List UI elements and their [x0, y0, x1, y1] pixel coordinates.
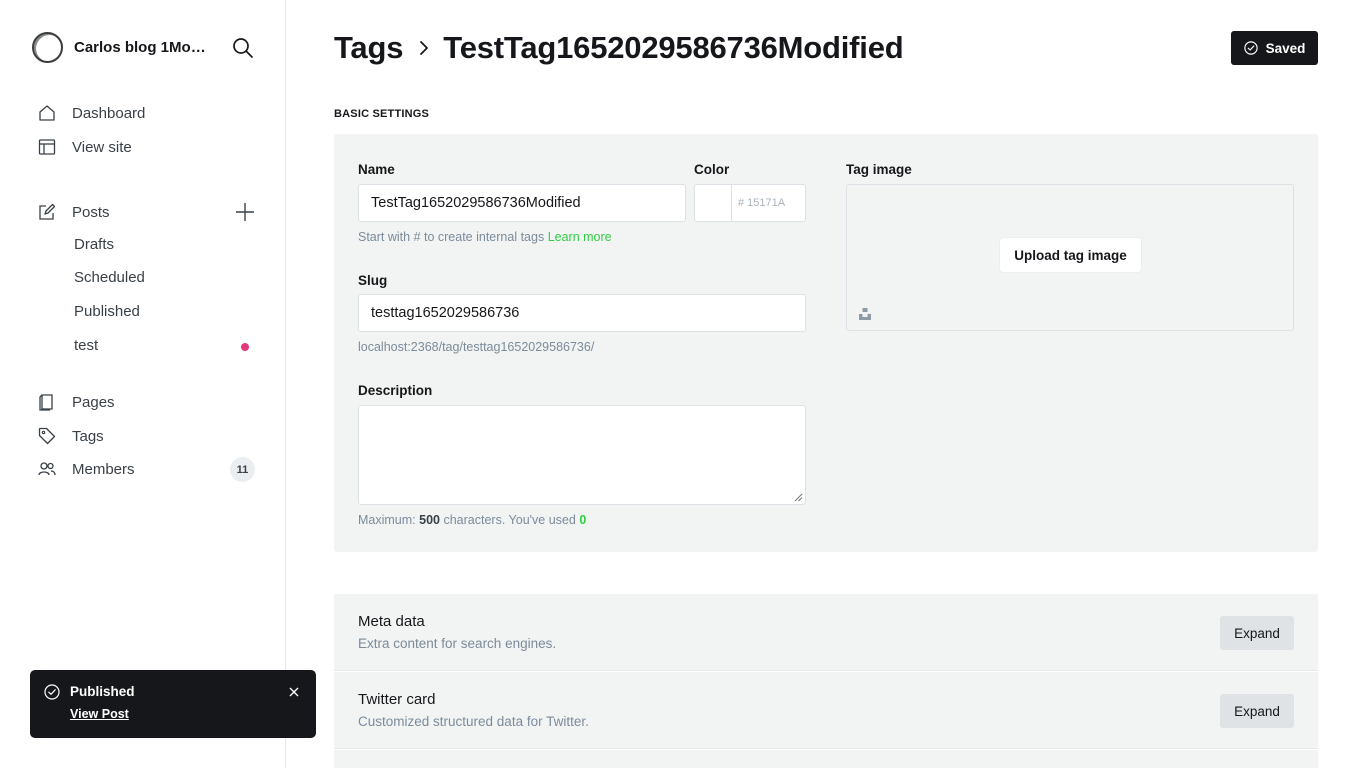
nav-members-label: Members	[72, 460, 135, 478]
twitter-card-title: Twitter card	[358, 691, 436, 708]
color-label: Color	[694, 162, 730, 177]
meta-data-section: Meta data Extra content for search engin…	[334, 594, 1318, 671]
nav-dashboard-label: Dashboard	[72, 104, 146, 122]
resize-handle-icon[interactable]	[793, 492, 803, 502]
nav-scheduled[interactable]: Scheduled	[74, 269, 145, 286]
twitter-card-expand-button[interactable]: Expand	[1220, 694, 1294, 728]
upload-tag-image-button[interactable]: Upload tag image	[1000, 238, 1141, 272]
page-title: TestTag1652029586736Modified	[443, 30, 904, 65]
search-icon[interactable]	[232, 37, 254, 59]
nav-view-site[interactable]: View site	[38, 135, 132, 159]
slug-url: localhost:2368/tag/testtag1652029586736/	[358, 340, 595, 354]
meta-data-title: Meta data	[358, 613, 425, 630]
saved-button-label: Saved	[1265, 40, 1306, 56]
slug-input[interactable]: testtag1652029586736	[358, 294, 806, 332]
learn-more-link[interactable]: Learn more	[548, 230, 612, 244]
name-label: Name	[358, 162, 395, 177]
edit-icon	[39, 203, 56, 220]
description-label: Description	[358, 383, 433, 398]
check-circle-icon	[1243, 41, 1258, 55]
meta-data-expand-button[interactable]: Expand	[1220, 616, 1294, 650]
main-content: Tags TestTag1652029586736Modified Saved …	[286, 0, 1366, 768]
site-name: Carlos blog 1Modified	[74, 39, 214, 56]
tag-image-dropzone[interactable]: Upload tag image	[846, 184, 1294, 331]
meta-data-description: Extra content for search engines.	[358, 636, 557, 651]
nav-posts[interactable]: Posts	[38, 200, 110, 224]
sidebar: Carlos blog 1Modified Dashboard View sit…	[0, 0, 286, 768]
basic-settings-heading: BASIC SETTINGS	[334, 108, 430, 120]
saved-button[interactable]: Saved	[1231, 31, 1318, 65]
nav-dashboard[interactable]: Dashboard	[38, 101, 145, 125]
published-toast: Published View Post	[30, 670, 316, 738]
desc-hint-mid: characters. You've used	[443, 513, 576, 527]
twitter-card-section: Twitter card Customized structured data …	[334, 672, 1318, 749]
nav-drafts[interactable]: Drafts	[74, 236, 114, 253]
color-hex-input[interactable]: # 15171A	[731, 184, 806, 222]
view-post-link[interactable]: View Post	[70, 707, 129, 721]
name-hint: Start with # to create internal tags Lea…	[358, 230, 612, 244]
members-count-badge: 11	[230, 457, 255, 482]
nav-test[interactable]: test	[74, 337, 98, 354]
layout-icon	[38, 139, 56, 155]
breadcrumb: Tags TestTag1652029586736Modified	[334, 30, 904, 66]
nav-pages-label: Pages	[72, 393, 115, 411]
desc-max: 500	[419, 513, 440, 527]
tag-image-label: Tag image	[846, 162, 912, 177]
nav-members[interactable]: Members	[38, 457, 135, 481]
check-circle-icon	[44, 684, 60, 700]
members-icon	[38, 462, 56, 476]
unsplash-icon[interactable]	[858, 307, 872, 321]
tag-icon	[38, 427, 56, 445]
desc-used-count: 0	[579, 513, 587, 527]
site-logo-icon	[32, 32, 63, 63]
nav-tags-label: Tags	[72, 427, 104, 445]
page-icon	[39, 394, 53, 411]
basic-settings-panel: Name TestTag1652029586736Modified Start …	[334, 134, 1318, 552]
nav-published[interactable]: Published	[74, 303, 140, 320]
desc-hint-prefix: Maximum:	[358, 513, 416, 527]
new-post-plus-icon[interactable]	[234, 201, 256, 223]
next-section	[334, 750, 1318, 768]
slug-label: Slug	[358, 273, 388, 288]
toast-title: Published	[70, 684, 135, 699]
description-textarea[interactable]	[358, 405, 806, 505]
breadcrumb-tags-link[interactable]: Tags	[334, 30, 403, 66]
test-color-dot	[241, 343, 249, 351]
site-brand[interactable]: Carlos blog 1Modified	[32, 32, 214, 63]
twitter-card-description: Customized structured data for Twitter.	[358, 714, 589, 729]
chevron-right-icon	[420, 41, 429, 55]
home-icon	[39, 105, 55, 121]
nav-view-site-label: View site	[72, 138, 132, 156]
nav-pages[interactable]: Pages	[38, 390, 115, 414]
name-hint-text: Start with # to create internal tags	[358, 230, 545, 244]
nav-tags[interactable]: Tags	[38, 424, 104, 448]
nav-posts-label: Posts	[72, 203, 110, 221]
description-hint: Maximum: 500 characters. You've used 0	[358, 513, 586, 527]
name-input[interactable]: TestTag1652029586736Modified	[358, 184, 686, 222]
color-swatch[interactable]	[694, 184, 732, 222]
